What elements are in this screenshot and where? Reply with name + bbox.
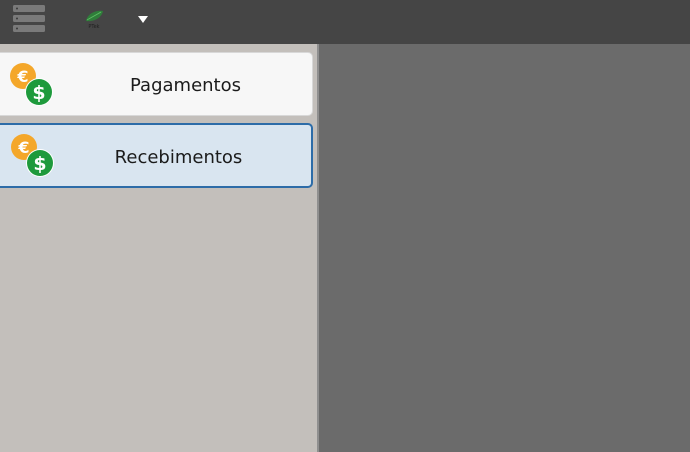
svg-text:$: $ (32, 82, 45, 104)
svg-text:$: $ (33, 153, 46, 175)
euro-dollar-coins-icon: € $ (11, 134, 54, 177)
menu-item-label: Pagamentos (130, 75, 241, 96)
menu-item-label: Recebimentos (114, 147, 243, 168)
euro-dollar-coins-icon: € $ (10, 63, 53, 106)
server-stack-icon[interactable] (13, 5, 45, 33)
menu-item-recebimentos[interactable]: € $ Recebimentos (0, 123, 313, 188)
sidebar-menu: € $ Pagamentos € $ Recebimentos (0, 44, 319, 452)
svg-text:€: € (16, 67, 28, 86)
leaf-logo-icon (86, 10, 103, 22)
caret-down-icon[interactable] (137, 15, 149, 24)
content-panel (319, 44, 690, 452)
svg-text:€: € (17, 138, 29, 157)
app-window: PTek € $ Pagamentos € $ Recebimentos (0, 0, 690, 452)
menu-item-pagamentos[interactable]: € $ Pagamentos (0, 52, 313, 116)
top-toolbar: PTek (0, 0, 690, 44)
logo-text: PTek (88, 24, 100, 30)
app-logo[interactable]: PTek (82, 8, 106, 34)
